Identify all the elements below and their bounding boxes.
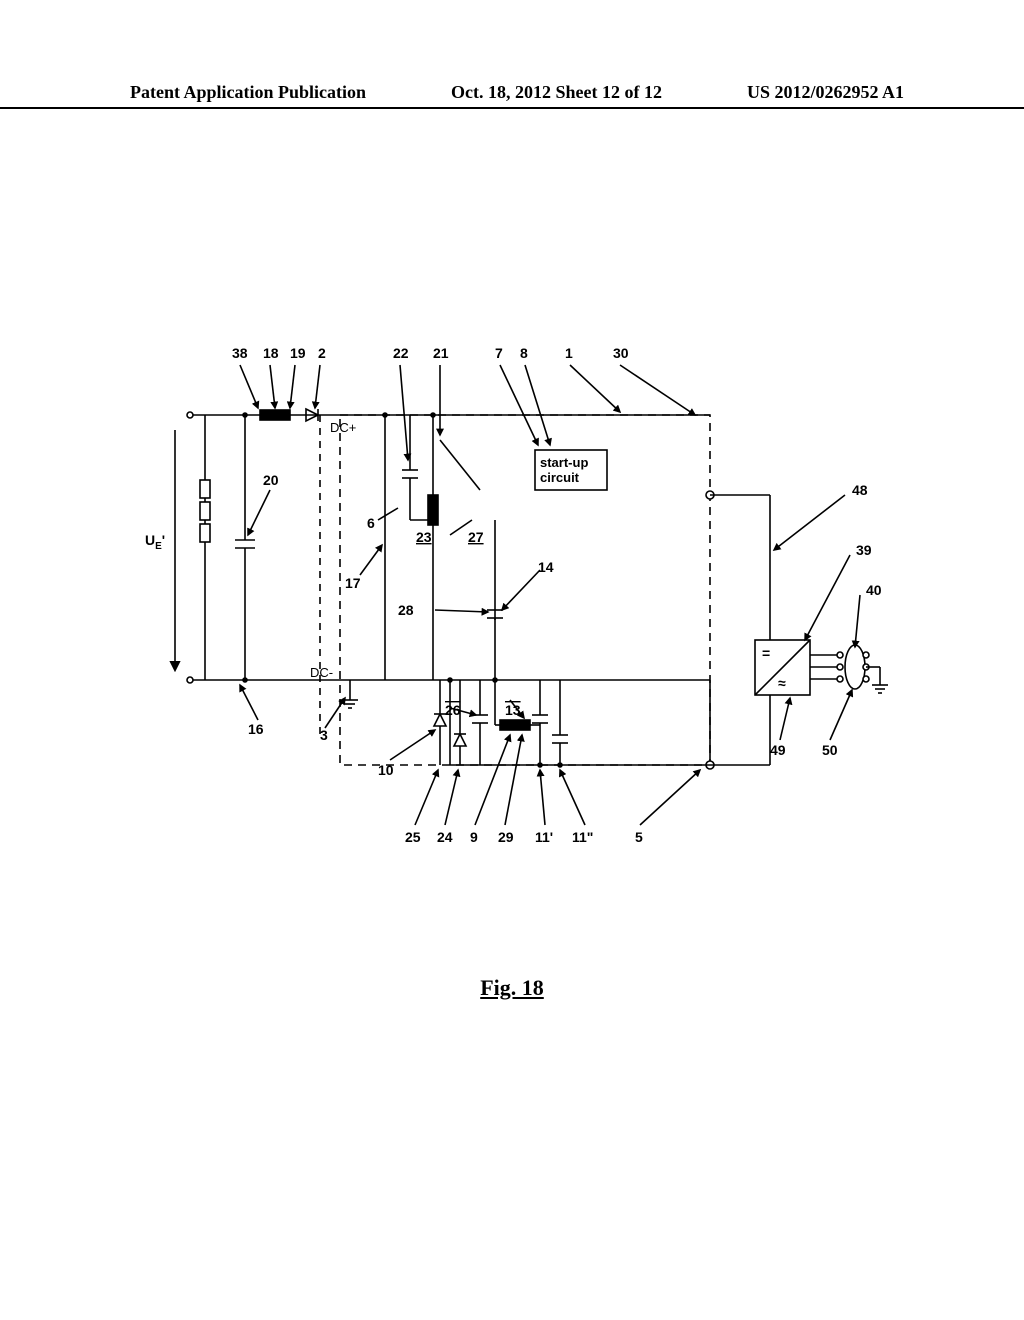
label-20: 20 [263, 472, 279, 488]
label-18: 18 [263, 345, 279, 361]
label-25: 25 [405, 829, 421, 845]
label-1: 1 [565, 345, 573, 361]
header-right: US 2012/0262952 A1 [747, 82, 904, 103]
label-17: 17 [345, 575, 361, 591]
label-26: 26 [445, 702, 461, 718]
label-22: 22 [393, 345, 409, 361]
label-48: 48 [852, 482, 868, 498]
label-11pp: 11" [572, 829, 593, 845]
label-28: 28 [398, 602, 414, 618]
startup-line2: circuit [540, 470, 580, 485]
label-2: 2 [318, 345, 326, 361]
label-50: 50 [822, 742, 838, 758]
label-ue: UE' [145, 532, 165, 552]
figure-18: UE' DC+ DC- start-up circuit = ≈ 38 18 1… [140, 320, 900, 880]
label-19: 19 [290, 345, 306, 361]
label-8: 8 [520, 345, 528, 361]
label-11p: 11' [535, 829, 553, 845]
label-7: 7 [495, 345, 503, 361]
label-dc-plus: DC+ [330, 420, 356, 435]
label-23: 23 [416, 529, 432, 545]
label-3: 3 [320, 727, 328, 743]
header-center: Oct. 18, 2012 Sheet 12 of 12 [451, 82, 662, 103]
label-21: 21 [433, 345, 449, 361]
startup-line1: start-up [540, 455, 588, 470]
label-5: 5 [635, 829, 643, 845]
label-40: 40 [866, 582, 882, 598]
label-24: 24 [437, 829, 453, 845]
page-header: Patent Application Publication Oct. 18, … [0, 82, 1024, 109]
label-6: 6 [367, 515, 375, 531]
label-14: 14 [538, 559, 554, 575]
label-38: 38 [232, 345, 248, 361]
label-10: 10 [378, 762, 394, 778]
header-left: Patent Application Publication [130, 82, 366, 103]
label-30: 30 [613, 345, 629, 361]
circuit-diagram: UE' DC+ DC- start-up circuit = ≈ 38 18 1… [140, 320, 900, 880]
label-9: 9 [470, 829, 478, 845]
figure-caption: Fig. 18 [0, 975, 1024, 1001]
page: Patent Application Publication Oct. 18, … [0, 0, 1024, 1320]
label-dc-minus: DC- [310, 665, 333, 680]
label-39: 39 [856, 542, 872, 558]
label-27: 27 [468, 529, 484, 545]
label-49: 49 [770, 742, 786, 758]
label-13: 13 [505, 702, 521, 718]
label-29: 29 [498, 829, 514, 845]
inv-top: = [762, 645, 770, 661]
label-16: 16 [248, 721, 264, 737]
inv-bot: ≈ [778, 675, 786, 691]
